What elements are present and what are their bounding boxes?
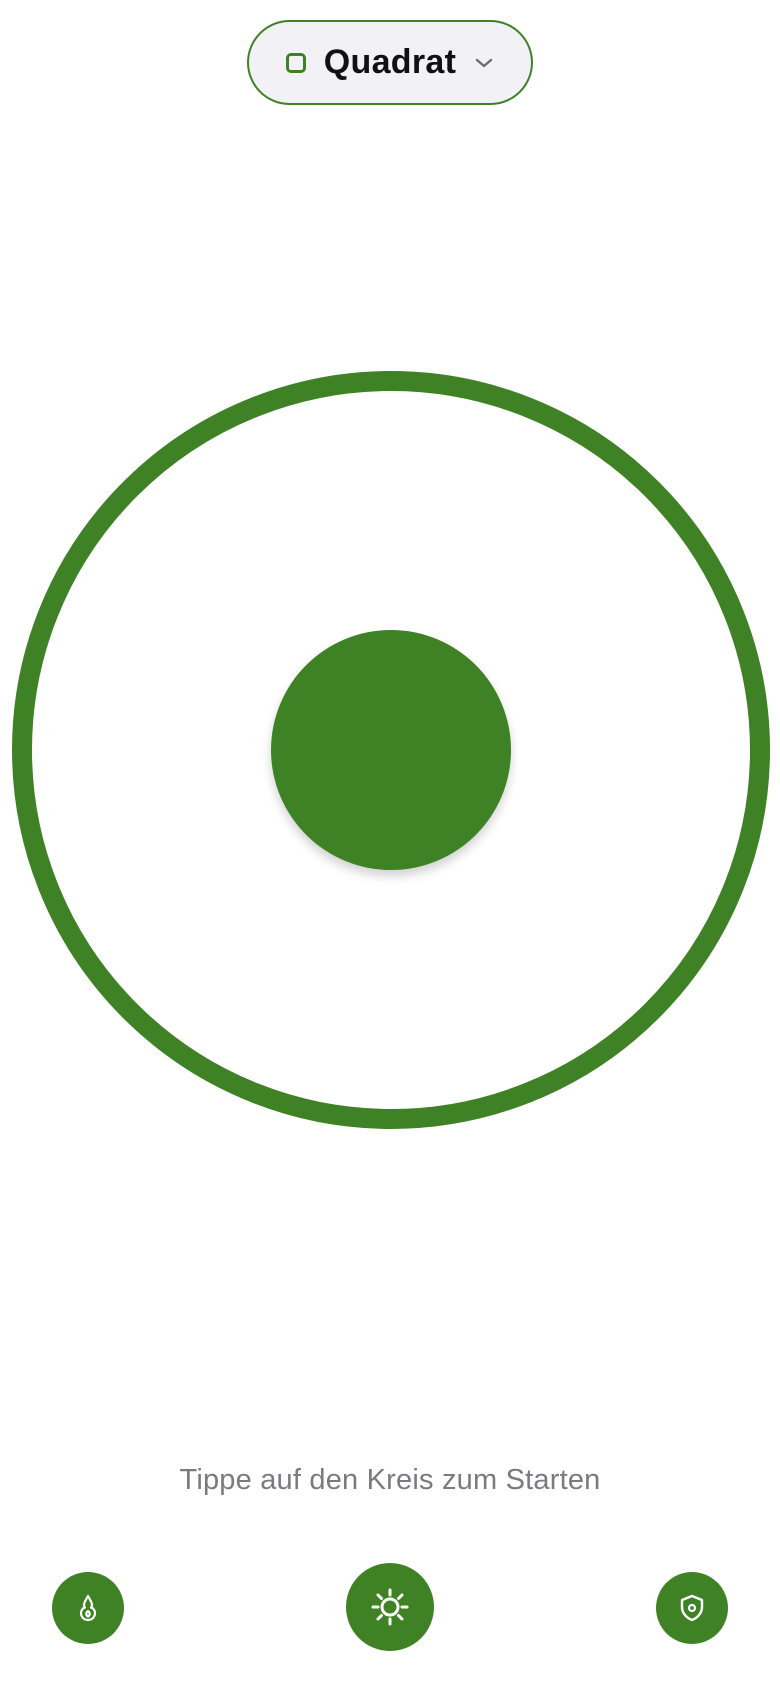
mode-label: Quadrat (323, 43, 457, 81)
shield-button[interactable] (656, 1572, 728, 1644)
breathing-inner-dot[interactable] (271, 630, 511, 870)
sun-icon (370, 1587, 410, 1627)
flame-button[interactable] (52, 1572, 124, 1644)
app-screen: Quadrat Tippe auf den Kreis zum Starten (0, 0, 780, 1688)
start-hint-text: Tippe auf den Kreis zum Starten (179, 1464, 601, 1496)
square-icon (285, 52, 306, 73)
chevron-down-icon (474, 57, 494, 69)
shield-icon (677, 1593, 707, 1623)
mode-selector-button[interactable]: Quadrat (247, 20, 533, 105)
flame-icon (73, 1593, 103, 1623)
sun-button[interactable] (346, 1563, 434, 1651)
